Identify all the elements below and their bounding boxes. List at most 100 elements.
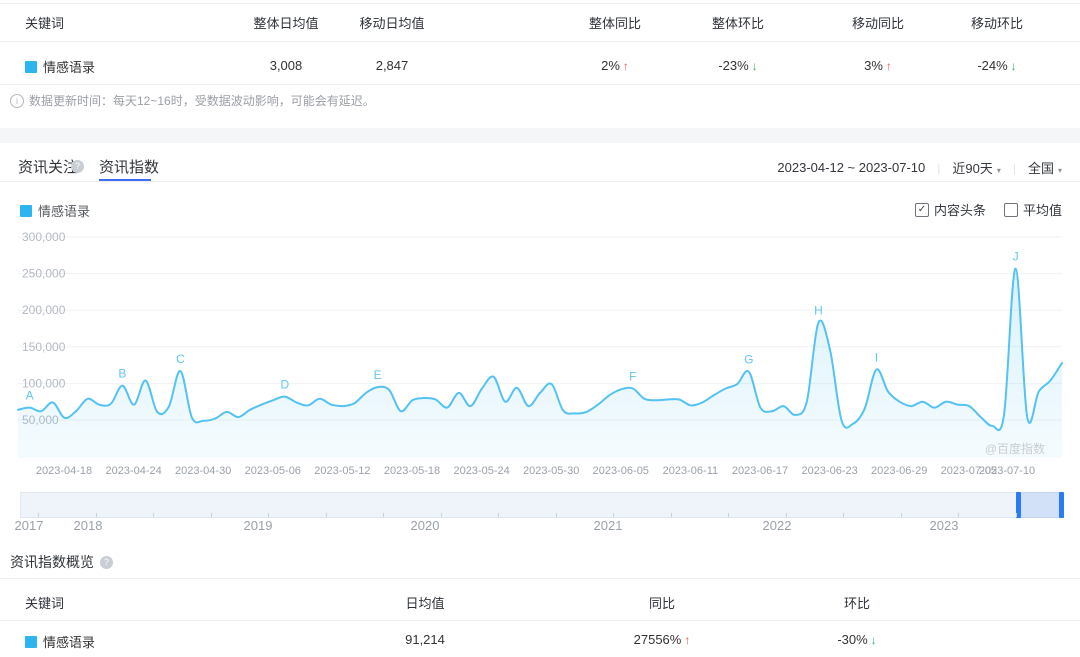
trend-arrow-icon: ↓ [1011, 59, 1017, 73]
trend-arrow-icon: ↑ [684, 633, 690, 647]
date-range[interactable]: 2023-04-12 ~ 2023-07-10 [777, 160, 925, 175]
chart-options: ✓ 内容头条 平均值 [915, 200, 1062, 219]
timeline-tick [728, 513, 729, 517]
overview-keyword-cell[interactable]: 情感语录 [25, 632, 95, 651]
keyword-color-square [25, 61, 37, 73]
timeline-year-label: 2019 [244, 518, 273, 533]
svg-text:D: D [280, 378, 289, 392]
svg-text:150,000: 150,000 [22, 340, 66, 354]
svg-text:2023-04-30: 2023-04-30 [175, 465, 231, 477]
svg-text:2023-04-18: 2023-04-18 [36, 465, 92, 477]
trend-arrow-icon: ↑ [623, 59, 629, 73]
svg-text:G: G [744, 353, 753, 367]
timeline-right-handle[interactable] [1059, 492, 1064, 518]
update-note: i 数据更新时间：每天12~16时，受数据波动影响，可能会有延迟。 [10, 92, 375, 109]
timeline-tick [383, 513, 384, 517]
timeline-tick [671, 513, 672, 517]
mobile-daily-value: 2,847 [322, 58, 462, 73]
trend-arrow-icon: ↓ [871, 633, 877, 647]
summary-col-mobile-mom: 移动环比 [927, 13, 1067, 32]
overview-col-mom: 环比 [787, 593, 927, 612]
tab-news-index[interactable]: 资讯指数 [99, 156, 159, 177]
section-separator [0, 128, 1080, 143]
svg-text:C: C [176, 352, 185, 366]
divider [0, 3, 1080, 4]
checkbox-content-headline[interactable]: ✓ 内容头条 [915, 200, 986, 219]
timeline-tick [556, 513, 557, 517]
timeline-tick [1016, 513, 1017, 517]
overview-yoy-value: 27556%↑ [592, 632, 732, 647]
summary-col-mobile-daily: 移动日均值 [322, 13, 462, 32]
svg-text:J: J [1013, 250, 1019, 264]
checkbox-average[interactable]: 平均值 [1004, 200, 1062, 219]
svg-text:A: A [26, 389, 34, 403]
timeline-tick [958, 513, 959, 517]
timeline-year-labels: 2017201820192020202120222023 [20, 518, 1062, 534]
svg-text:2023-06-11: 2023-06-11 [663, 465, 718, 477]
help-icon[interactable]: ? [71, 160, 84, 173]
trend-arrow-icon: ↓ [752, 59, 758, 73]
divider: | [937, 161, 940, 175]
timeline-year-label: 2022 [763, 518, 792, 533]
overview-col-yoy: 同比 [592, 593, 732, 612]
timeline-tick [211, 513, 212, 517]
divider [0, 620, 1080, 621]
overall-yoy-value: 2%↑ [545, 58, 685, 73]
summary-col-keyword: 关键词 [25, 13, 64, 32]
watermark: @百度指数 [985, 441, 1045, 456]
svg-text:2023-06-29: 2023-06-29 [871, 465, 927, 477]
timeline-year-label: 2018 [74, 518, 103, 533]
timeline-tick [613, 513, 614, 517]
chevron-down-icon: ▾ [1058, 166, 1062, 175]
tabs-divider [0, 181, 1080, 182]
region-dropdown[interactable]: 全国▾ [1028, 158, 1062, 177]
summary-col-overall-mom: 整体环比 [668, 13, 808, 32]
overview-col-daily: 日均值 [355, 593, 495, 612]
info-icon: i [10, 94, 24, 108]
help-icon[interactable]: ? [100, 556, 113, 569]
timeline-selection[interactable] [1016, 492, 1064, 518]
overview-title: 资讯指数概览 ? [10, 552, 113, 572]
summary-keyword-cell[interactable]: 情感语录 [25, 57, 95, 76]
overall-mom-value: -23%↓ [668, 58, 808, 73]
svg-text:I: I [875, 351, 878, 365]
svg-text:2023-05-06: 2023-05-06 [245, 465, 301, 477]
svg-text:2023-05-12: 2023-05-12 [314, 465, 370, 477]
timeline-tick [843, 513, 844, 517]
keyword-label: 情感语录 [43, 60, 95, 75]
tab-news-attention[interactable]: 资讯关注 [18, 156, 78, 177]
keyword-color-square [25, 636, 37, 648]
svg-text:2023-06-17: 2023-06-17 [732, 465, 788, 477]
divider: | [1013, 161, 1016, 175]
timeline-tick [498, 513, 499, 517]
svg-text:H: H [814, 304, 823, 318]
svg-text:250,000: 250,000 [22, 267, 66, 281]
checkbox-checked-icon: ✓ [915, 203, 929, 217]
baidu-index-page: 关键词 整体日均值 移动日均值 整体同比 整体环比 移动同比 移动环比 情感语录… [0, 0, 1080, 657]
timeline-tick [901, 513, 902, 517]
timeline-year-label: 2017 [15, 518, 44, 533]
timeline-year-label: 2023 [930, 518, 959, 533]
divider [0, 578, 1080, 579]
active-tab-underline [99, 179, 151, 181]
trend-arrow-icon: ↑ [886, 59, 892, 73]
timeline-slider-track[interactable] [20, 492, 1062, 518]
svg-text:300,000: 300,000 [22, 230, 66, 244]
overview-daily-value: 91,214 [355, 632, 495, 647]
mobile-mom-value: -24%↓ [927, 58, 1067, 73]
svg-text:2023-05-24: 2023-05-24 [453, 465, 509, 477]
keyword-label: 情感语录 [43, 635, 95, 650]
timeline-tick [326, 513, 327, 517]
timeline-tick [268, 513, 269, 517]
svg-text:F: F [629, 370, 636, 384]
period-dropdown[interactable]: 近90天▾ [952, 158, 1000, 177]
overview-col-keyword: 关键词 [25, 593, 64, 612]
svg-text:2023-06-05: 2023-06-05 [593, 465, 649, 477]
overview-mom-value: -30%↓ [787, 632, 927, 647]
svg-text:2023-06-23: 2023-06-23 [801, 465, 857, 477]
timeline-tick [786, 513, 787, 517]
trend-line-chart[interactable]: 50,000100,000150,000200,000250,000300,00… [0, 218, 1080, 482]
chart-controls: 2023-04-12 ~ 2023-07-10 | 近90天▾ | 全国▾ [777, 158, 1062, 177]
svg-text:200,000: 200,000 [22, 303, 66, 317]
summary-col-overall-yoy: 整体同比 [545, 13, 685, 32]
